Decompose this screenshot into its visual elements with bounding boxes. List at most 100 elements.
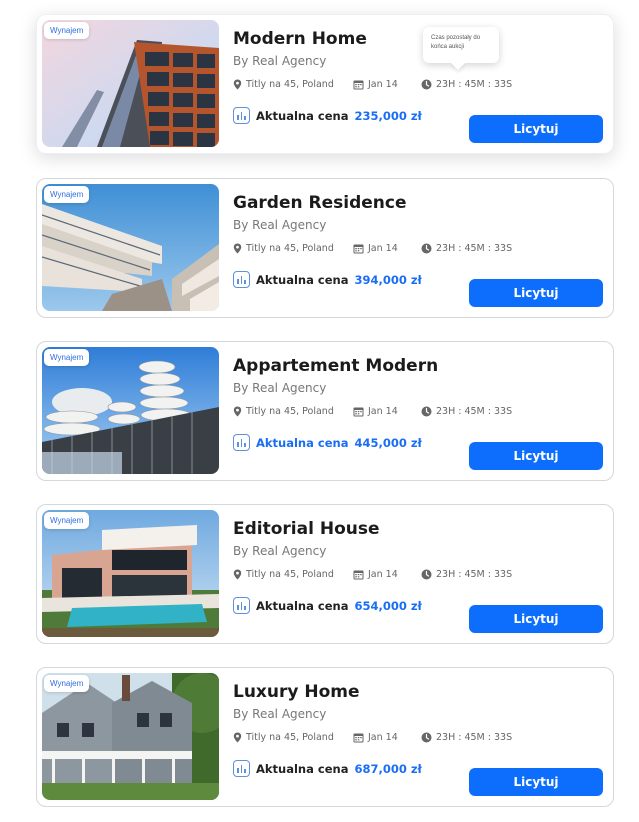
listing-location: Titly na 45, Poland [233, 406, 334, 417]
listing-photo[interactable] [42, 184, 219, 311]
rental-badge: Wynajem [44, 186, 90, 203]
listing-photo[interactable] [42, 673, 219, 800]
bid-button[interactable]: Licytuj [469, 115, 603, 143]
location-pin-icon [233, 569, 242, 580]
listing-location: Titly na 45, Poland [233, 732, 334, 743]
price-label: Aktualna cena [256, 761, 349, 776]
listing-title: Appartement Modern [233, 356, 439, 376]
date-text: Jan 14 [368, 569, 398, 580]
listing-date: Jan 14 [353, 732, 398, 743]
listing-agency: By Real Agency [233, 54, 327, 68]
location-pin-icon [233, 243, 242, 254]
listing-agency: By Real Agency [233, 707, 327, 721]
rental-badge: Wynajem [44, 349, 90, 366]
auction-timer: 23H : 45M : 33S [421, 243, 512, 254]
date-text: Jan 14 [368, 406, 398, 417]
clock-icon [421, 243, 432, 254]
listing-card[interactable]: Wynajem Luxury Home By Real Agency Titly… [36, 667, 614, 807]
clock-icon [421, 406, 432, 417]
price-value: 445,000 zł [354, 435, 422, 450]
price-row: Aktualna cena 687,000 zł [233, 760, 422, 777]
listing-title: Luxury Home [233, 682, 360, 702]
time-text: 23H : 45M : 33S [436, 569, 513, 580]
rental-badge: Wynajem [44, 512, 90, 529]
bar-chart-icon [233, 271, 250, 288]
price-row: Aktualna cena 654,000 zł [233, 597, 422, 614]
auction-timer: 23H : 45M : 33S [421, 79, 512, 90]
location-pin-icon [233, 406, 242, 417]
listing-date: Jan 14 [353, 569, 398, 580]
listing-title: Editorial House [233, 519, 380, 539]
price-value: 394,000 zł [354, 272, 422, 287]
balconies-icon [42, 184, 219, 311]
listing-location: Titly na 45, Poland [233, 243, 334, 254]
price-label: Aktualna cena [256, 435, 349, 450]
auction-timer: 23H : 45M : 33S [421, 732, 512, 743]
bid-button[interactable]: Licytuj [469, 768, 603, 796]
location-text: Titly na 45, Poland [246, 243, 334, 254]
listing-agency: By Real Agency [233, 218, 327, 232]
clock-icon [421, 569, 432, 580]
listing-card[interactable]: Wynajem Garden Residence By Real Agency … [36, 178, 614, 318]
rental-badge: Wynajem [44, 675, 90, 692]
listing-agency: By Real Agency [233, 544, 327, 558]
time-text: 23H : 45M : 33S [436, 406, 513, 417]
location-text: Titly na 45, Poland [246, 569, 334, 580]
listing-date: Jan 14 [353, 79, 398, 90]
auction-timer: 23H : 45M : 33S [421, 406, 512, 417]
date-text: Jan 14 [368, 79, 398, 90]
bar-chart-icon [233, 597, 250, 614]
time-text: 23H : 45M : 33S [436, 79, 513, 90]
listing-card[interactable]: Wynajem Appartement Modern By Real Agenc… [36, 341, 614, 481]
bar-chart-icon [233, 760, 250, 777]
bar-chart-icon [233, 434, 250, 451]
building-facade-icon [42, 20, 219, 147]
location-text: Titly na 45, Poland [246, 406, 334, 417]
time-text: 23H : 45M : 33S [436, 243, 513, 254]
price-label: Aktualna cena [256, 108, 349, 123]
calendar-icon [353, 80, 364, 90]
time-text: 23H : 45M : 33S [436, 732, 513, 743]
listing-photo[interactable] [42, 510, 219, 637]
towers-icon [42, 347, 219, 474]
clock-icon [421, 732, 432, 743]
listing-list: Wynajem Modern Home By Real Agency Titly… [0, 0, 639, 822]
listing-card[interactable]: Wynajem Editorial House By Real Agency T… [36, 504, 614, 644]
rental-badge: Wynajem [44, 22, 90, 39]
price-row: Aktualna cena 394,000 zł [233, 271, 422, 288]
location-text: Titly na 45, Poland [246, 79, 334, 90]
price-value: 654,000 zł [354, 598, 422, 613]
bar-chart-icon [233, 107, 250, 124]
villa-pool-icon [42, 510, 219, 637]
calendar-icon [353, 244, 364, 254]
victorian-house-icon [42, 673, 219, 800]
listing-photo[interactable] [42, 20, 219, 147]
price-value: 235,000 zł [354, 108, 422, 123]
date-text: Jan 14 [368, 732, 398, 743]
price-value: 687,000 zł [354, 761, 422, 776]
listing-card[interactable]: Wynajem Modern Home By Real Agency Titly… [36, 14, 614, 154]
date-text: Jan 14 [368, 243, 398, 254]
listing-date: Jan 14 [353, 406, 398, 417]
bid-button[interactable]: Licytuj [469, 605, 603, 633]
location-pin-icon [233, 732, 242, 743]
auction-timer: 23H : 45M : 33S [421, 569, 512, 580]
listing-agency: By Real Agency [233, 381, 327, 395]
location-pin-icon [233, 79, 242, 90]
price-label: Aktualna cena [256, 598, 349, 613]
bid-button[interactable]: Licytuj [469, 279, 603, 307]
listing-date: Jan 14 [353, 243, 398, 254]
price-row: Aktualna cena 235,000 zł [233, 107, 422, 124]
price-label: Aktualna cena [256, 272, 349, 287]
calendar-icon [353, 407, 364, 417]
calendar-icon [353, 570, 364, 580]
listing-location: Titly na 45, Poland [233, 569, 334, 580]
listing-title: Modern Home [233, 29, 367, 49]
listing-title: Garden Residence [233, 193, 407, 213]
bid-button[interactable]: Licytuj [469, 442, 603, 470]
clock-icon [421, 79, 432, 90]
listing-location: Titly na 45, Poland [233, 79, 334, 90]
listing-photo[interactable] [42, 347, 219, 474]
calendar-icon [353, 733, 364, 743]
time-remaining-tooltip: Czas pozostały do końca aukcji [423, 27, 499, 63]
